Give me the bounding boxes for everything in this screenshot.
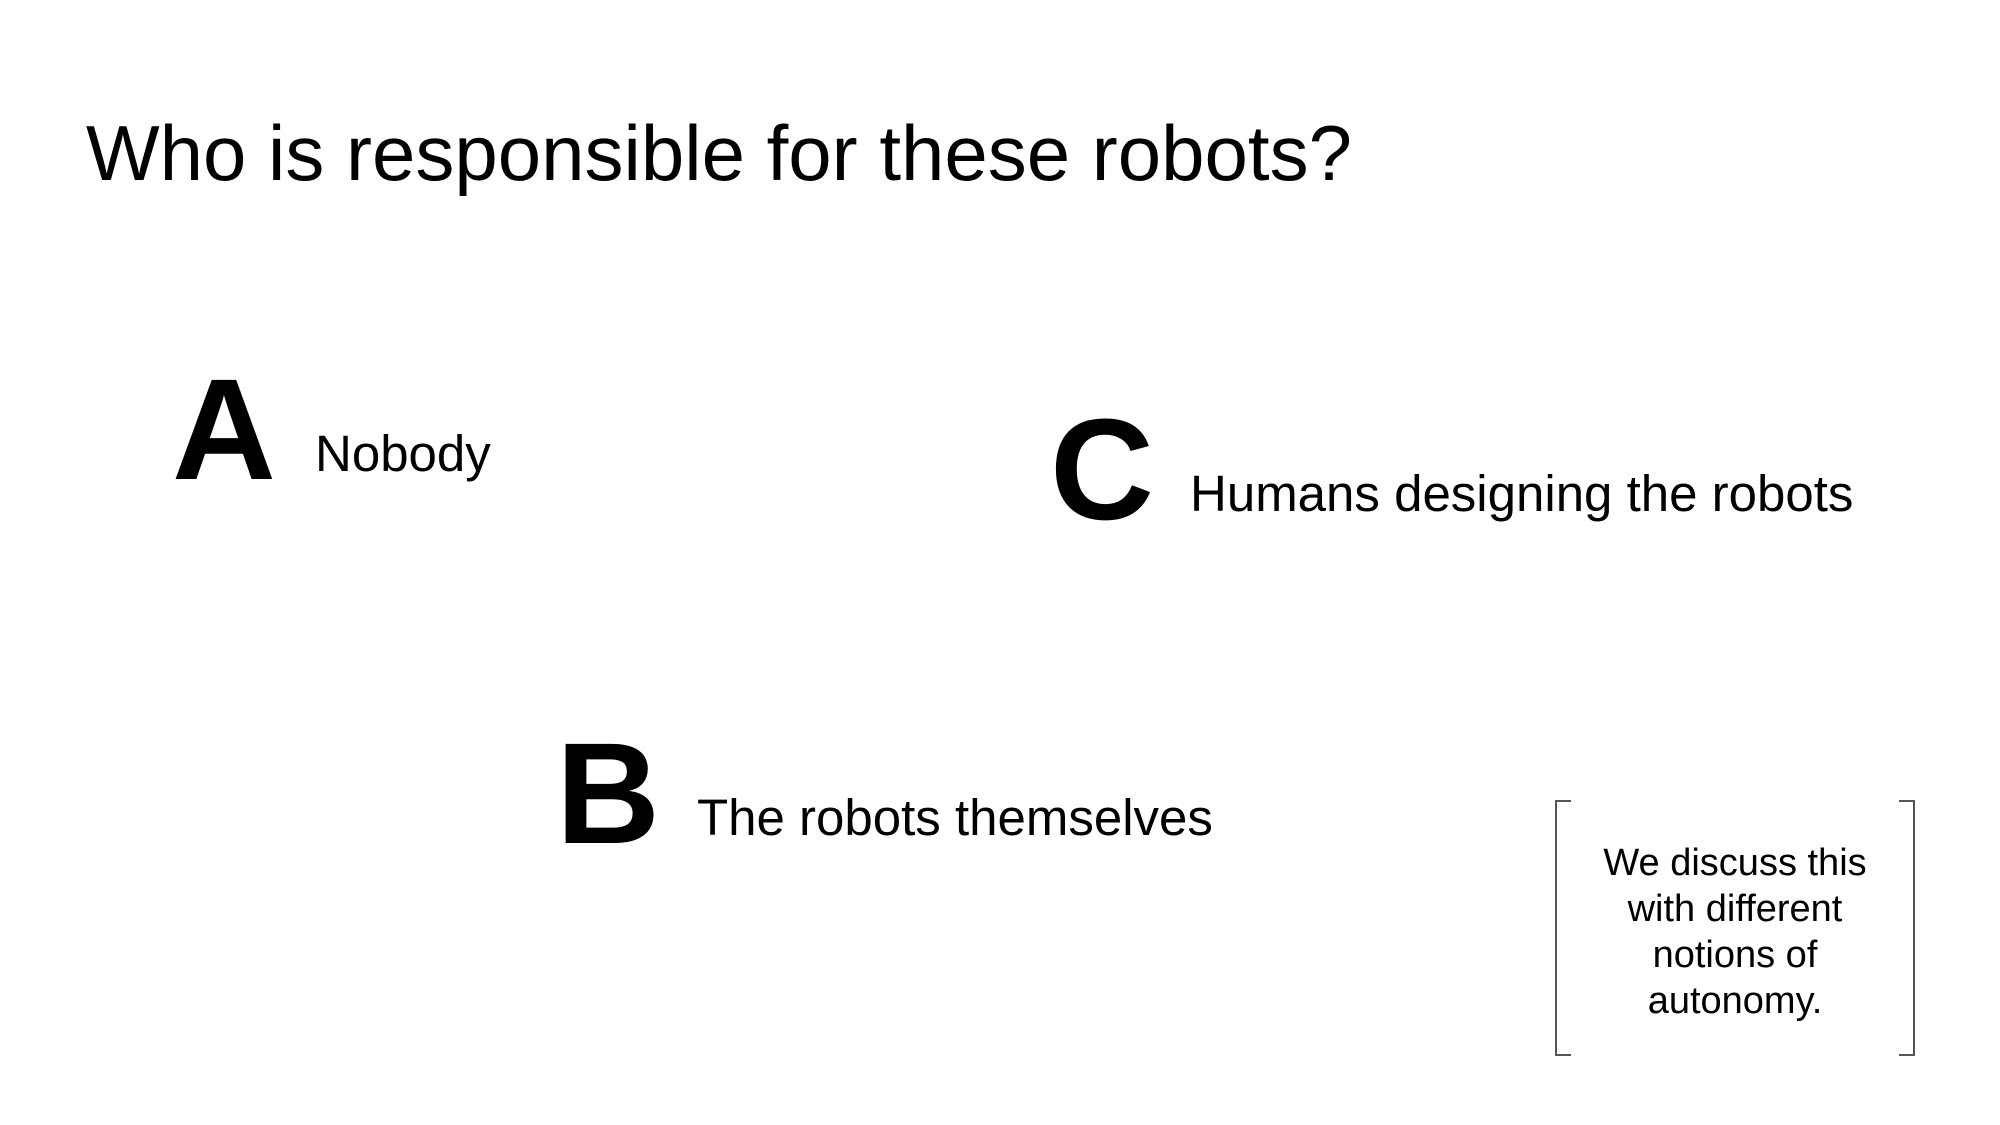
side-note-line: autonomy. <box>1647 980 1823 1022</box>
option-a-letter: A <box>172 349 276 510</box>
side-note-line: notions of <box>1652 934 1818 976</box>
option-b-text: The robots themselves <box>697 789 1213 846</box>
option-a-text: Nobody <box>315 425 491 482</box>
side-note-text: We discuss this with different notions o… <box>1575 840 1895 1024</box>
left-bracket <box>1555 800 1571 1056</box>
option-c-text: Humans designing the robots <box>1190 465 1854 522</box>
side-note-line: with different <box>1627 888 1843 930</box>
slide-title: Who is responsible for these robots? <box>86 109 1352 197</box>
slide: Who is responsible for these robots? A N… <box>0 0 2000 1125</box>
right-bracket <box>1899 800 1915 1056</box>
option-b-letter: B <box>556 713 660 874</box>
option-c-letter: C <box>1050 389 1154 550</box>
side-note-line: We discuss this <box>1603 842 1867 884</box>
side-note: We discuss this with different notions o… <box>1555 800 1915 1056</box>
